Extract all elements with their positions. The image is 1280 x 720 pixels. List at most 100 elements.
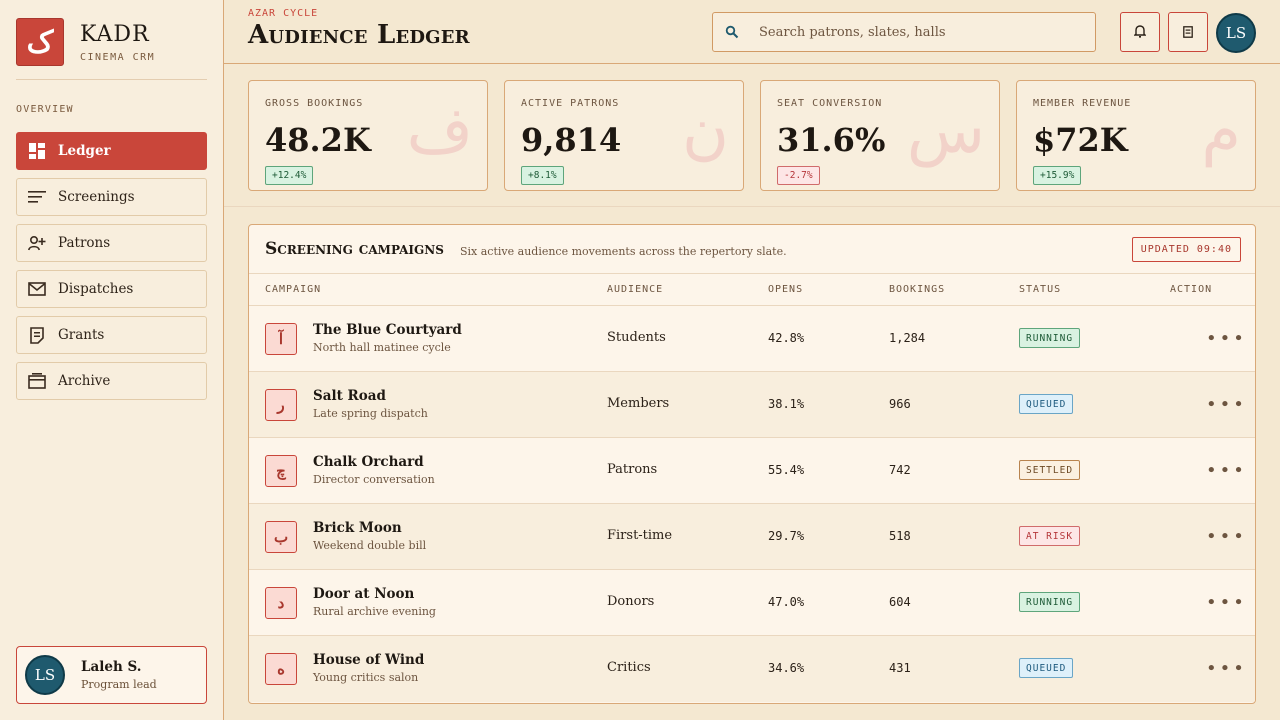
status-badge: AT RISK <box>1019 526 1081 546</box>
notes-button[interactable] <box>1168 12 1208 52</box>
more-actions-button[interactable]: ••• <box>1206 526 1247 547</box>
sidebar-item-patrons[interactable]: Patrons <box>16 224 207 262</box>
stat-watermark: س <box>906 94 985 168</box>
opens-cell: 47.0% <box>768 595 805 609</box>
more-actions-button[interactable]: ••• <box>1206 592 1247 613</box>
header-avatar[interactable]: LS <box>1216 13 1256 53</box>
table-row[interactable]: آ The Blue Courtyard North hall matinee … <box>249 306 1255 372</box>
campaign-description: North hall matinee cycle <box>313 341 451 354</box>
document-icon <box>28 326 46 344</box>
bookings-cell: 966 <box>889 397 911 411</box>
user-role: Program lead <box>81 678 157 691</box>
stat-card-seat-conversion: SEAT CONVERSION 31.6% -2.7% س <box>760 80 1000 191</box>
campaign-name: The Blue Courtyard <box>313 322 462 338</box>
campaign-name: Chalk Orchard <box>313 454 424 470</box>
opens-cell: 29.7% <box>768 529 805 543</box>
column-header-audience[interactable]: AUDIENCE <box>607 284 663 295</box>
brand-name: KADR <box>80 21 150 47</box>
table-row[interactable]: ه House of Wind Young critics salon Crit… <box>249 636 1255 702</box>
user-card[interactable]: LS Laleh S. Program lead <box>16 646 207 704</box>
stat-label: MEMBER REVENUE <box>1033 98 1132 109</box>
panel-subtitle: Six active audience movements across the… <box>460 245 787 258</box>
search-bar[interactable] <box>712 12 1096 52</box>
campaign-glyph: ه <box>265 653 297 685</box>
campaign-name: Brick Moon <box>313 520 402 536</box>
brand-subtitle: CINEMA CRM <box>80 51 156 63</box>
stat-value: 48.2K <box>265 121 371 159</box>
sidebar-nav: Ledger Screenings Patrons Dispatches Gra… <box>16 132 207 408</box>
campaign-glyph: ب <box>265 521 297 553</box>
column-header-action: ACTION <box>1170 284 1213 295</box>
page-title: Audience Ledger <box>248 20 470 50</box>
bookings-cell: 1,284 <box>889 331 926 345</box>
column-header-bookings[interactable]: BOOKINGS <box>889 284 945 295</box>
campaign-name: House of Wind <box>313 652 425 668</box>
audience-cell: Members <box>607 396 670 411</box>
campaign-description: Director conversation <box>313 473 435 486</box>
search-icon <box>725 24 741 40</box>
stat-watermark: ن <box>682 94 729 168</box>
panel-title: Screening campaigns <box>265 239 444 259</box>
audience-cell: Donors <box>607 594 655 609</box>
sidebar-section-label: OVERVIEW <box>16 104 74 115</box>
bookings-cell: 604 <box>889 595 911 609</box>
campaign-description: Rural archive evening <box>313 605 436 618</box>
campaign-glyph: آ <box>265 323 297 355</box>
table-row[interactable]: چ Chalk Orchard Director conversation Pa… <box>249 438 1255 504</box>
bookings-cell: 518 <box>889 529 911 543</box>
sidebar-item-dispatches[interactable]: Dispatches <box>16 270 207 308</box>
sidebar-item-label: Dispatches <box>58 281 134 297</box>
more-actions-button[interactable]: ••• <box>1206 658 1247 679</box>
table-row[interactable]: ب Brick Moon Weekend double bill First-t… <box>249 504 1255 570</box>
stat-watermark: ف <box>406 94 473 168</box>
sidebar-item-label: Screenings <box>58 189 135 205</box>
more-actions-button[interactable]: ••• <box>1206 328 1247 349</box>
campaign-glyph: ر <box>265 389 297 421</box>
sidebar-item-archive[interactable]: Archive <box>16 362 207 400</box>
sidebar: ک KADR CINEMA CRM OVERVIEW Ledger Screen… <box>0 0 224 720</box>
sidebar-item-screenings[interactable]: Screenings <box>16 178 207 216</box>
user-plus-icon <box>28 234 46 252</box>
opens-cell: 34.6% <box>768 661 805 675</box>
status-badge: SETTLED <box>1019 460 1081 480</box>
bell-icon <box>1133 23 1147 42</box>
campaign-glyph: د <box>265 587 297 619</box>
brand-logo: ک <box>16 18 64 66</box>
audience-cell: Patrons <box>607 462 658 477</box>
stat-watermark: م <box>1201 94 1241 168</box>
column-header-campaign[interactable]: CAMPAIGN <box>265 284 321 295</box>
avatar: LS <box>25 655 65 695</box>
sidebar-item-grants[interactable]: Grants <box>16 316 207 354</box>
audience-cell: Critics <box>607 660 651 675</box>
grid-icon <box>28 142 46 160</box>
brand[interactable]: ک KADR CINEMA CRM <box>16 18 155 66</box>
bookings-cell: 431 <box>889 661 911 675</box>
notifications-button[interactable] <box>1120 12 1160 52</box>
status-badge: RUNNING <box>1019 328 1081 348</box>
campaign-name: Door at Noon <box>313 586 415 602</box>
table-row[interactable]: د Door at Noon Rural archive evening Don… <box>249 570 1255 636</box>
stat-card-active-patrons: ACTIVE PATRONS 9,814 +8.1% ن <box>504 80 744 191</box>
stat-delta: +8.1% <box>521 166 564 185</box>
opens-cell: 55.4% <box>768 463 805 477</box>
opens-cell: 42.8% <box>768 331 805 345</box>
status-badge: RUNNING <box>1019 592 1081 612</box>
opens-cell: 38.1% <box>768 397 805 411</box>
updated-badge: UPDATED 09:40 <box>1131 237 1241 262</box>
table-header: CAMPAIGN AUDIENCE OPENS BOOKINGS STATUS … <box>249 274 1255 306</box>
status-badge: QUEUED <box>1019 658 1074 678</box>
table-row[interactable]: ر Salt Road Late spring dispatch Members… <box>249 372 1255 438</box>
lines-icon <box>28 188 46 206</box>
column-header-opens[interactable]: OPENS <box>768 284 803 295</box>
archive-icon <box>28 372 46 390</box>
more-actions-button[interactable]: ••• <box>1206 394 1247 415</box>
sidebar-item-label: Patrons <box>58 235 111 251</box>
search-input[interactable] <box>759 24 1079 40</box>
bookings-cell: 742 <box>889 463 911 477</box>
user-name: Laleh S. <box>81 659 142 675</box>
stat-value: 31.6% <box>777 121 886 159</box>
column-header-status[interactable]: STATUS <box>1019 284 1061 295</box>
sidebar-item-ledger[interactable]: Ledger <box>16 132 207 170</box>
more-actions-button[interactable]: ••• <box>1206 460 1247 481</box>
campaign-description: Late spring dispatch <box>313 407 428 420</box>
